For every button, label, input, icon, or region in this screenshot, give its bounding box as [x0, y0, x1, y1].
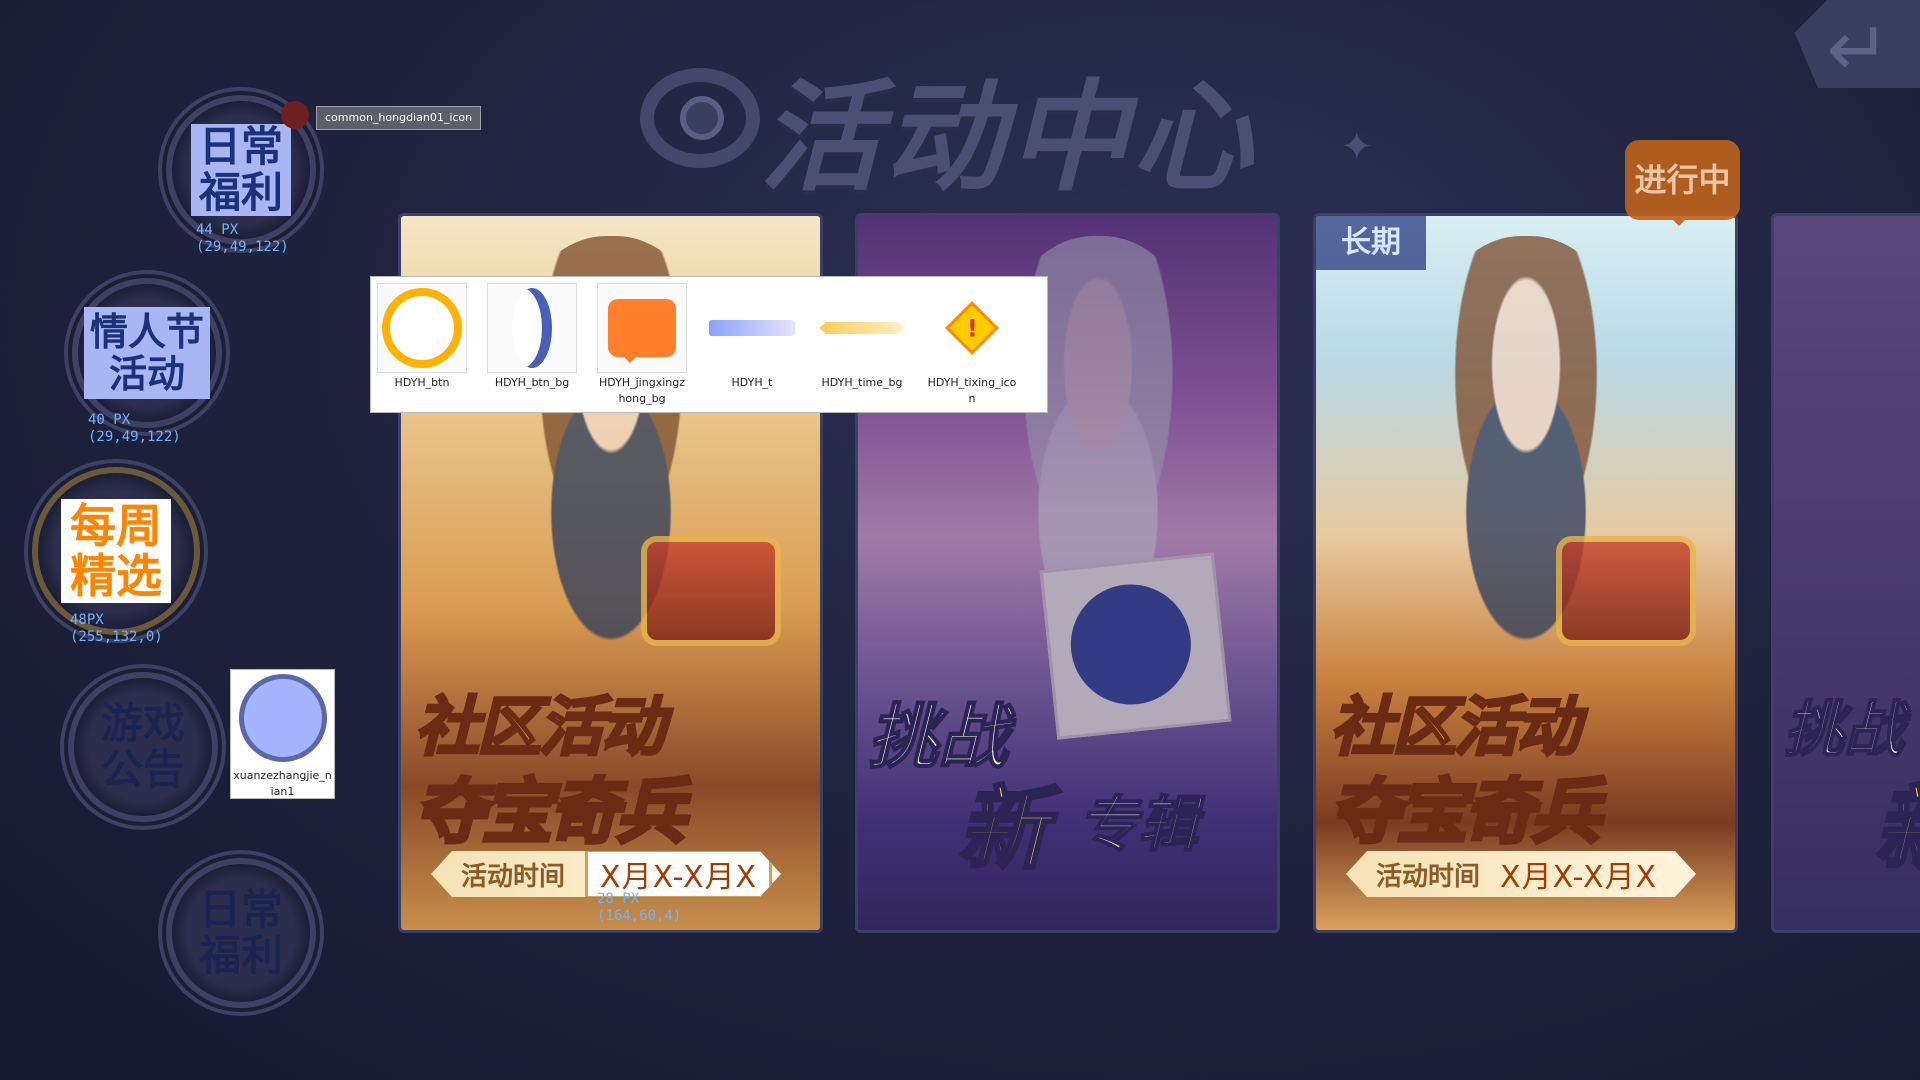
nav-weekly-picks[interactable]: 每周 精选 — [32, 467, 200, 635]
long-term-tag: 长期 — [1316, 216, 1426, 270]
nav-label: 日常 福利 — [198, 885, 283, 980]
asset-item: HDYH_time_bg — [817, 283, 907, 391]
speech-bubble-icon — [597, 283, 687, 373]
activity-time-bar: 活动时间 X月X-X月X — [1346, 851, 1696, 897]
asset-label: HDYH_tixing_icon — [927, 376, 1017, 405]
card-title-line1: 挑战 — [1783, 694, 1905, 766]
card-title-line2: 新 — [1873, 756, 1920, 886]
sparkle-icon: ✦ — [1340, 124, 1374, 170]
music-note-icon — [680, 96, 724, 140]
asset-label: HDYH_time_bg — [821, 376, 903, 389]
page-title: 活动中心 — [760, 69, 1256, 208]
font-size-annotation: 40 PX (29,49,122) — [88, 412, 181, 445]
treasure-chest-icon — [641, 536, 781, 646]
asset-name-tag: common_hongdian01_icon — [316, 106, 482, 130]
gold-ring-icon — [377, 283, 467, 373]
activity-card-community-long[interactable]: 长期 社区活动 夺宝奇兵 活动时间 X月X-X月X — [1313, 213, 1738, 933]
card-title-line1: 社区活动 — [414, 690, 667, 767]
time-label: 活动时间 — [1376, 861, 1481, 892]
title-strip-icon — [707, 283, 797, 373]
red-dot-badge — [281, 101, 309, 129]
nav-label: 情人节 活动 — [84, 307, 210, 399]
asset-label: xuanzezhangjie_nian1 — [233, 769, 332, 798]
card-title-line2: 新 — [957, 776, 1050, 884]
asset-item: HDYH_btn_bg — [487, 283, 577, 391]
asset-label: HDYH_btn_bg — [494, 376, 570, 389]
nav-label: 每周 精选 — [61, 499, 171, 603]
card-title-line3: 专辑 — [1077, 789, 1199, 861]
asset-label: HDYH_t — [731, 376, 773, 389]
card-title-line2: 夺宝奇兵 — [1328, 769, 1603, 855]
treasure-chest-icon — [1556, 536, 1696, 646]
time-value: X月X-X月X — [1500, 860, 1658, 895]
asset-label: HDYH_jingxingzhong_bg — [599, 376, 685, 405]
warning-icon: ! — [927, 283, 1017, 373]
nav-valentines-event[interactable]: 情人节 活动 — [72, 278, 222, 428]
asset-reference-sheet: HDYH_btn HDYH_btn_bg HDYH_jingxingzhong_… — [370, 276, 1048, 413]
asset-item: ! HDYH_tixing_icon — [927, 283, 1017, 407]
card-title-line2: 夺宝奇兵 — [413, 769, 688, 855]
font-size-annotation: 48PX (255,132,0) — [70, 612, 163, 645]
nav-daily-welfare-2[interactable]: 日常 福利 — [166, 858, 316, 1008]
asset-label: HDYH_btn — [394, 376, 450, 389]
nav-label: 日常 福利 — [191, 124, 291, 216]
activity-card-partial[interactable]: 挑战 新 — [1771, 213, 1920, 933]
asset-item: HDYH_t — [707, 283, 797, 391]
page-header: 活动中心 ✦ — [640, 40, 1400, 208]
nav-label: 游戏 公告 — [100, 699, 185, 794]
asset-item: HDYH_btn — [377, 283, 467, 391]
nav-game-announcement[interactable]: 游戏 公告 — [68, 672, 218, 822]
font-size-annotation: 44 PX (29,49,122) — [196, 222, 289, 255]
asset-item: HDYH_jingxingzhong_bg — [597, 283, 687, 407]
crescent-icon — [487, 283, 577, 373]
select-circle-icon — [238, 674, 327, 762]
time-bar-icon — [817, 283, 907, 373]
select-asset-sheet: xuanzezhangjie_nian1 — [230, 669, 335, 799]
return-arrow-icon[interactable]: ↵ — [1826, 4, 1890, 93]
card-title-line1: 社区活动 — [1329, 690, 1582, 767]
time-label: 活动时间 — [461, 861, 566, 892]
font-size-annotation: 28 PX (164,60,4) — [597, 891, 682, 924]
ongoing-badge: 进行中 — [1625, 140, 1740, 226]
